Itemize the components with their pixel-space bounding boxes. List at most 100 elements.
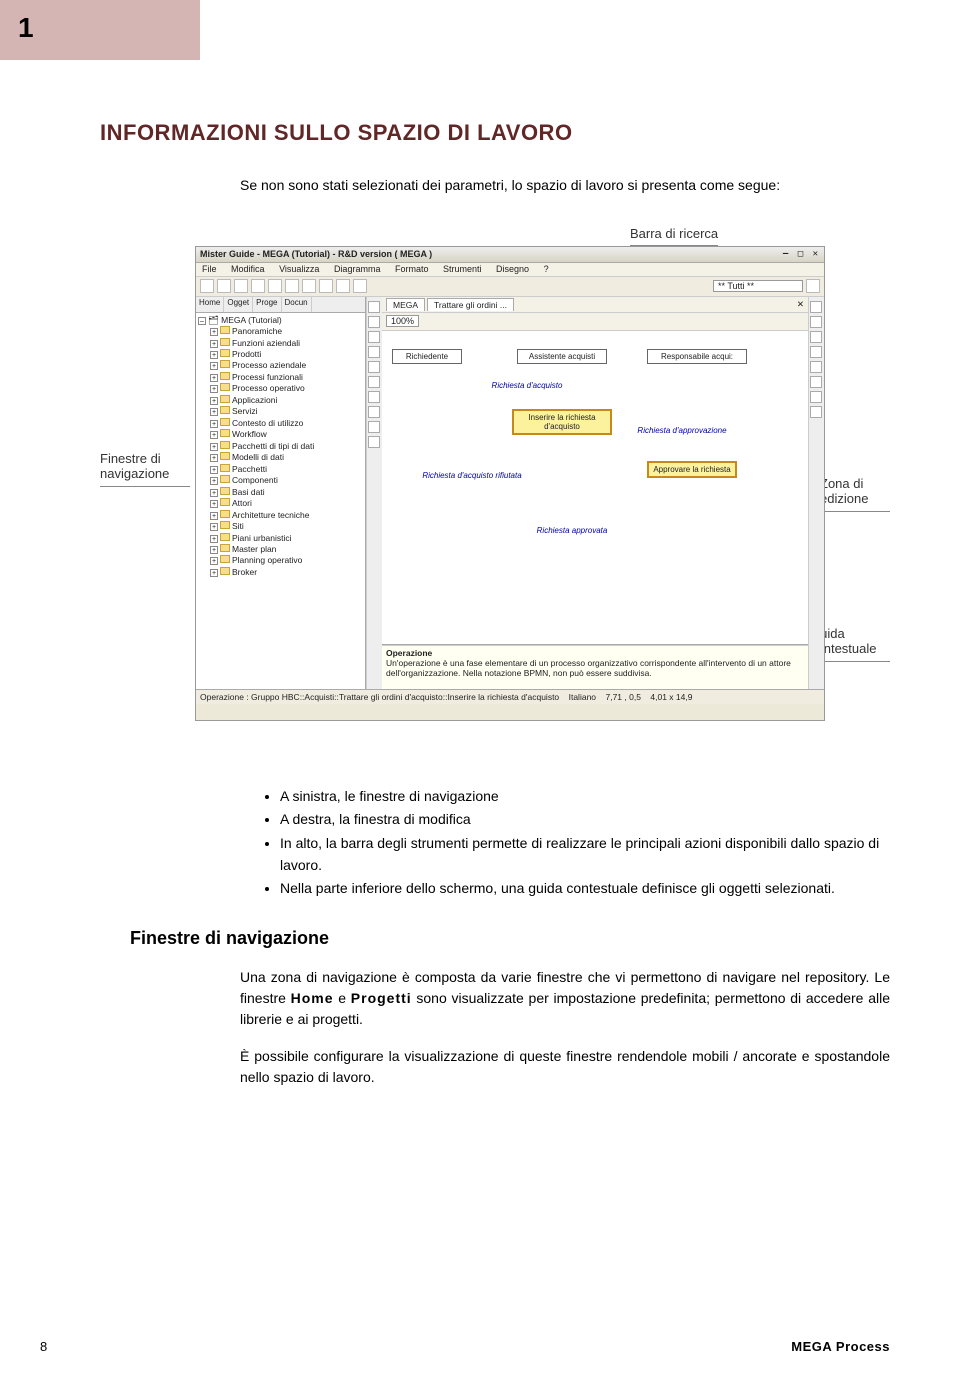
tree-item[interactable]: +Broker [198, 567, 363, 578]
redo-icon[interactable] [302, 279, 316, 293]
cut-icon[interactable] [234, 279, 248, 293]
eye-icon[interactable] [423, 315, 435, 327]
tree-item[interactable]: +Processo operativo [198, 383, 363, 394]
connector-icon[interactable] [368, 331, 380, 343]
tree-item[interactable]: +Processi funzionali [198, 372, 363, 383]
actor-icon[interactable] [368, 346, 380, 358]
diagram-actor[interactable]: Assistente acquisti [517, 349, 607, 364]
right-toolstrip[interactable] [808, 297, 824, 689]
diagram-flow-label: Richiesta d'acquisto rifiutata [422, 471, 522, 480]
canvas-tabs[interactable]: MEGA Trattare gli ordini ... ✕ [382, 297, 808, 313]
window-controls-icons[interactable]: — □ ✕ [783, 249, 820, 259]
tree-item[interactable]: +Servizi [198, 406, 363, 417]
contextual-help-panel: Operazione Un'operazione è una fase elem… [382, 645, 808, 689]
text-icon[interactable] [368, 391, 380, 403]
menu-edit[interactable]: Modifica [231, 264, 265, 274]
menu-format[interactable]: Formato [395, 264, 429, 274]
tree-item[interactable]: +Planning operativo [198, 555, 363, 566]
bullet-list: A sinistra, le finestre di navigazione A… [280, 786, 890, 900]
zoom-icon[interactable] [336, 279, 350, 293]
tool-icon[interactable] [810, 361, 822, 373]
chevron-right-icon[interactable] [806, 279, 820, 293]
undo-icon[interactable] [285, 279, 299, 293]
tree-item[interactable]: +Componenti [198, 475, 363, 486]
tree-item[interactable]: +Prodotti [198, 349, 363, 360]
tab-objects[interactable]: Ogget [224, 297, 253, 312]
triangle-icon[interactable] [368, 421, 380, 433]
help-icon[interactable] [353, 279, 367, 293]
paste-icon[interactable] [268, 279, 282, 293]
window-titlebar[interactable]: Mister Guide - MEGA (Tutorial) - R&D ver… [196, 247, 824, 263]
tab-docs[interactable]: Docun [282, 297, 312, 312]
tree-item[interactable]: +Applicazioni [198, 395, 363, 406]
tab-projects[interactable]: Proge [253, 297, 281, 312]
tree-item[interactable]: +Pacchetti di tipi di dati [198, 441, 363, 452]
diagram-canvas[interactable]: Richiedente Assistente acquisti Responsa… [382, 331, 808, 645]
navigator-tabs[interactable]: Home Ogget Proge Docun [196, 297, 365, 313]
menu-view[interactable]: Visualizza [279, 264, 319, 274]
tool-icon[interactable] [810, 376, 822, 388]
star-icon[interactable] [319, 279, 333, 293]
tree-item[interactable]: +Modelli di dati [198, 452, 363, 463]
navigation-tree[interactable]: –🗂 MEGA (Tutorial)+Panoramiche+Funzioni … [196, 313, 365, 689]
menu-tools[interactable]: Strumenti [443, 264, 482, 274]
zoom-bar[interactable]: 100% [382, 313, 808, 331]
menu-draw[interactable]: Disegno [496, 264, 529, 274]
label-navigation-windows: Finestre di navigazione [100, 451, 190, 487]
tree-item[interactable]: +Workflow [198, 429, 363, 440]
status-bar: Operazione : Gruppo HBC::Acquisti::Tratt… [196, 689, 824, 704]
toolbar-search-input[interactable]: ** Tutti ** [713, 280, 803, 292]
plus-icon[interactable] [368, 436, 380, 448]
diagram-operation-selected[interactable]: Inserire la richiesta d'acquisto [512, 409, 612, 435]
close-tab-icon[interactable]: ✕ [797, 299, 804, 310]
tree-root[interactable]: –🗂 MEGA (Tutorial) [198, 315, 363, 326]
diamond-icon[interactable] [368, 406, 380, 418]
canvas-tab-mega[interactable]: MEGA [386, 298, 425, 311]
tree-item[interactable]: +Siti [198, 521, 363, 532]
footer-brand: MEGA Process [791, 1339, 890, 1354]
navigator-pane: Home Ogget Proge Docun –🗂 MEGA (Tutorial… [196, 297, 366, 689]
pointer-icon[interactable] [368, 301, 380, 313]
tree-item[interactable]: +Funzioni aziendali [198, 338, 363, 349]
label-edit-zone: Zona di edizione [820, 476, 890, 512]
save-icon[interactable] [200, 279, 214, 293]
tree-item[interactable]: +Piani urbanistici [198, 533, 363, 544]
menu-diagram[interactable]: Diagramma [334, 264, 381, 274]
palette-strip[interactable] [366, 297, 382, 689]
text-run: e [334, 990, 351, 1006]
tree-item[interactable]: +Architetture tecniche [198, 510, 363, 521]
menu-help[interactable]: ? [544, 264, 549, 274]
subsection-heading: Finestre di navigazione [130, 928, 890, 949]
grid-icon[interactable] [439, 315, 451, 327]
copy-icon[interactable] [251, 279, 265, 293]
label-text: Finestre di navigazione [100, 451, 169, 482]
tool-icon[interactable] [810, 331, 822, 343]
tree-item[interactable]: +Master plan [198, 544, 363, 555]
tool-icon[interactable] [810, 406, 822, 418]
diagram-operation[interactable]: Approvare la richiesta [647, 461, 737, 478]
tree-item[interactable]: +Attori [198, 498, 363, 509]
tree-item[interactable]: +Pacchetti [198, 464, 363, 475]
diagram-actor[interactable]: Richiedente [392, 349, 462, 364]
rectangle-icon[interactable] [368, 316, 380, 328]
tool-icon[interactable] [810, 391, 822, 403]
tree-item[interactable]: +Panoramiche [198, 326, 363, 337]
tab-home[interactable]: Home [196, 297, 224, 312]
menubar[interactable]: File Modifica Visualizza Diagramma Forma… [196, 263, 824, 277]
window-body: Home Ogget Proge Docun –🗂 MEGA (Tutorial… [196, 297, 824, 689]
shape-icon[interactable] [368, 376, 380, 388]
tool-icon[interactable] [810, 316, 822, 328]
tree-item[interactable]: +Basi dati [198, 487, 363, 498]
canvas-tab-current[interactable]: Trattare gli ordini ... [427, 298, 514, 311]
toolbar[interactable]: ** Tutti ** [196, 277, 824, 297]
tool-icon[interactable] [810, 301, 822, 313]
menu-file[interactable]: File [202, 264, 217, 274]
note-icon[interactable] [368, 361, 380, 373]
annotated-screenshot: Barra di ricerca Finestre di navigazione… [100, 226, 890, 736]
diagram-actor[interactable]: Responsabile acqui: [647, 349, 747, 364]
print-icon[interactable] [217, 279, 231, 293]
tree-item[interactable]: +Processo aziendale [198, 360, 363, 371]
zoom-level[interactable]: 100% [386, 315, 419, 327]
tree-item[interactable]: +Contesto di utilizzo [198, 418, 363, 429]
tool-icon[interactable] [810, 346, 822, 358]
